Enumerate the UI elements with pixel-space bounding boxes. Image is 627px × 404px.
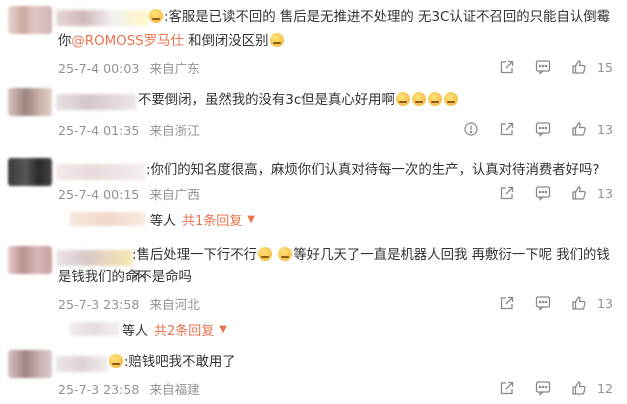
emoji-icon — [395, 92, 410, 106]
emoji-icon — [278, 247, 293, 261]
comment-icon[interactable] — [535, 185, 551, 201]
comment-text: :赔钱吧我不敢用了 — [108, 352, 613, 374]
reply-link-label: 共1条回复 — [182, 214, 243, 229]
avatar[interactable] — [8, 246, 52, 274]
mention-link[interactable]: @ROMOSS罗马仕 — [71, 34, 184, 49]
like-count: 13 — [596, 185, 613, 201]
share-icon[interactable] — [499, 185, 515, 201]
chevron-down-icon: ▼ — [219, 324, 227, 335]
emoji-icon — [443, 92, 458, 106]
emoji-icon — [411, 92, 426, 106]
like-icon[interactable] — [571, 380, 587, 396]
comment-text: :客服是已读不回的 售后是无推进不处理的 无3C认证不召回的只能自认倒霉 — [148, 7, 613, 29]
comment-actions: 13 — [499, 294, 613, 312]
comment-location: 来自广西 — [149, 187, 200, 202]
comment-actions: 13 — [463, 120, 613, 138]
username[interactable] — [56, 356, 108, 372]
comment-date: 25-7-4 00:15 — [58, 187, 140, 202]
like-count: 13 — [596, 295, 613, 311]
chevron-down-icon: ▼ — [247, 214, 255, 225]
comment-location: 来自河北 — [149, 297, 200, 312]
like-count: 13 — [596, 121, 613, 137]
like-count: 12 — [596, 380, 613, 396]
share-icon[interactable] — [499, 380, 515, 396]
avatar[interactable] — [8, 6, 52, 34]
comment-item-3: :你们的知名度很高，麻烦你们认真对待每一次的生产，认真对待消费者好吗? 25-7… — [0, 152, 627, 240]
comment-text: 不要倒闭，虽然我的没有3c但是真心好用啊 — [138, 90, 613, 112]
comment-item-5: :赔钱吧我不敢用了 25-7-3 23:58 来自福建 12 — [0, 344, 627, 404]
like-icon[interactable] — [571, 121, 587, 137]
comment-meta: 25-7-4 00:03 来自广东 — [58, 58, 200, 77]
comment-text-line2: 你@ROMOSS罗马仕 和倒闭没区别 — [58, 31, 613, 53]
comment-meta: 25-7-3 23:58 来自河北 — [58, 294, 200, 313]
emoji-icon — [427, 92, 442, 106]
comment-location: 来自浙江 — [149, 123, 200, 138]
comment-location: 来自广东 — [149, 61, 200, 76]
comment-date: 25-7-4 00:03 — [58, 61, 140, 76]
reply-prefix: 等人 — [150, 214, 177, 229]
username[interactable] — [56, 10, 148, 26]
reply-summary: 等人 共1条回复 ▼ — [150, 210, 255, 229]
comment-icon[interactable] — [535, 59, 551, 75]
emoji-icon — [149, 9, 163, 23]
reply-link-label: 共2条回复 — [154, 324, 215, 339]
comment-icon[interactable] — [535, 380, 551, 396]
share-icon[interactable] — [499, 59, 515, 75]
share-icon[interactable] — [499, 121, 515, 137]
comment-meta: 25-7-3 23:58 来自福建 — [58, 379, 200, 398]
like-icon[interactable] — [571, 59, 587, 75]
comment-item-2: 不要倒闭，虽然我的没有3c但是真心好用啊 25-7-4 01:35 来自浙江 1… — [0, 82, 627, 150]
reply-avatar — [70, 322, 120, 336]
comment-actions: 15 — [499, 58, 613, 76]
comment-actions: 13 — [499, 184, 613, 202]
comment-item-4: :售后处理一下行不行 等好几天了一直是机器人回我 再敷衍一下呢 我们的钱不 是钱… — [0, 242, 627, 342]
comment-icon[interactable] — [535, 121, 551, 137]
reply-summary: 等人 共2条回复 ▼ — [122, 320, 227, 339]
reply-prefix: 等人 — [122, 324, 149, 339]
like-icon[interactable] — [571, 295, 587, 311]
like-icon[interactable] — [571, 185, 587, 201]
comment-item-1: :客服是已读不回的 售后是无推进不处理的 无3C认证不召回的只能自认倒霉 你@R… — [0, 0, 627, 80]
report-icon[interactable] — [463, 121, 479, 137]
username[interactable] — [56, 250, 132, 266]
avatar[interactable] — [8, 158, 52, 186]
share-icon[interactable] — [499, 295, 515, 311]
view-replies-link[interactable]: 共2条回复 ▼ — [154, 320, 227, 339]
comment-icon[interactable] — [535, 295, 551, 311]
emoji-icon — [269, 33, 284, 47]
username[interactable] — [56, 164, 146, 180]
avatar[interactable] — [8, 350, 52, 378]
comment-text: :你们的知名度很高，麻烦你们认真对待每一次的生产，认真对待消费者好吗? — [146, 163, 600, 178]
comment-actions: 12 — [499, 379, 613, 397]
like-count: 15 — [596, 59, 613, 75]
comment-text-line2: 是钱我们的命不是命吗 — [58, 270, 192, 285]
emoji-icon — [258, 247, 273, 261]
emoji-icon — [109, 354, 123, 368]
comment-date: 25-7-3 23:58 — [58, 382, 140, 397]
comment-location: 来自福建 — [149, 382, 200, 397]
comment-date: 25-7-3 23:58 — [58, 297, 140, 312]
reply-avatar — [70, 212, 146, 226]
comment-meta: 25-7-4 01:35 来自浙江 — [58, 120, 200, 139]
view-replies-link[interactable]: 共1条回复 ▼ — [182, 210, 255, 229]
comment-date: 25-7-4 01:35 — [58, 123, 140, 138]
username[interactable] — [56, 94, 136, 110]
comment-meta: 25-7-4 00:15 来自广西 — [58, 184, 200, 203]
avatar[interactable] — [8, 88, 52, 116]
